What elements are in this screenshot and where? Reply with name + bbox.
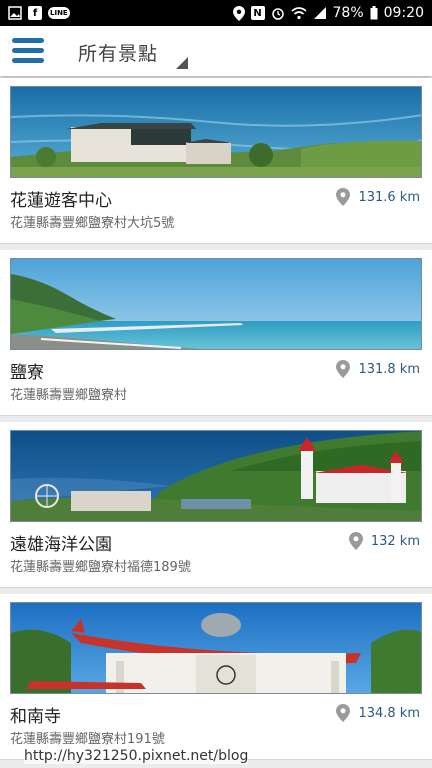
place-card[interactable]: 花蓮遊客中心 花蓮縣壽豐鄉鹽寮村大坑5號 131.6 km xyxy=(0,78,432,244)
place-address: 花蓮縣壽豐鄉鹽寮村 xyxy=(10,388,128,403)
location-pin-icon xyxy=(336,704,351,722)
category-filter-label: 所有景點 xyxy=(78,43,159,65)
place-card[interactable]: 遠雄海洋公園 花蓮縣壽豐鄉鹽寮村福德189號 132 km xyxy=(0,422,432,588)
place-address: 花蓮縣壽豐鄉鹽寮村福德189號 xyxy=(10,560,191,575)
ocean-park-castle-photo xyxy=(10,430,422,522)
place-address: 花蓮縣壽豐鄉鹽寮村大坑5號 xyxy=(10,216,175,231)
image-icon xyxy=(8,6,22,20)
distance-value: 134.8 km xyxy=(358,705,420,721)
place-card[interactable]: 鹽寮 花蓮縣壽豐鄉鹽寮村 131.8 km xyxy=(0,250,432,416)
line-icon: LINE xyxy=(48,7,70,19)
place-distance: 131.6 km xyxy=(336,188,420,206)
place-name: 和南寺 xyxy=(10,707,61,727)
place-distance: 132 km xyxy=(348,532,420,550)
clock: 09:20 xyxy=(383,5,424,21)
coastline-beach-photo xyxy=(10,258,422,350)
location-icon xyxy=(232,5,245,21)
location-pin-icon xyxy=(336,188,351,206)
alarm-icon xyxy=(271,6,285,20)
dropdown-arrow-icon xyxy=(176,57,188,69)
signal-icon xyxy=(313,6,327,20)
distance-value: 131.8 km xyxy=(358,361,420,377)
location-pin-icon xyxy=(348,532,363,550)
place-address: 花蓮縣壽豐鄉鹽寮村191號 xyxy=(10,732,165,747)
place-name: 花蓮遊客中心 xyxy=(10,191,112,211)
status-bar-left: f LINE xyxy=(8,6,70,20)
facebook-icon: f xyxy=(28,6,42,20)
hamburger-menu-icon[interactable] xyxy=(12,38,46,64)
battery-percent: 78% xyxy=(332,5,364,21)
nfc-icon: N xyxy=(250,6,265,20)
place-name: 遠雄海洋公園 xyxy=(10,535,112,555)
place-card[interactable]: 和南寺 花蓮縣壽豐鄉鹽寮村191號 134.8 km xyxy=(0,594,432,760)
category-filter-dropdown[interactable]: 所有景點 xyxy=(78,35,188,69)
place-distance: 134.8 km xyxy=(336,704,420,722)
coastal-visitor-center-photo xyxy=(10,86,422,178)
temple-roof-photo xyxy=(10,602,422,694)
place-name: 鹽寮 xyxy=(10,363,44,383)
place-distance: 131.8 km xyxy=(336,360,420,378)
watermark-text: http://hy321250.pixnet.net/blog xyxy=(24,748,249,764)
status-bar-right: N 78% 09:20 xyxy=(232,5,424,21)
distance-value: 132 km xyxy=(370,533,420,549)
wifi-icon xyxy=(290,6,307,20)
places-list: 花蓮遊客中心 花蓮縣壽豐鄉鹽寮村大坑5號 131.6 km 鹽寮 花蓮縣壽豐鄉鹽… xyxy=(0,78,432,768)
distance-value: 131.6 km xyxy=(358,189,420,205)
app-bar: 所有景點 xyxy=(0,26,432,76)
status-bar: f LINE N 78% 09:20 xyxy=(0,0,432,26)
location-pin-icon xyxy=(336,360,351,378)
battery-icon xyxy=(370,6,378,20)
